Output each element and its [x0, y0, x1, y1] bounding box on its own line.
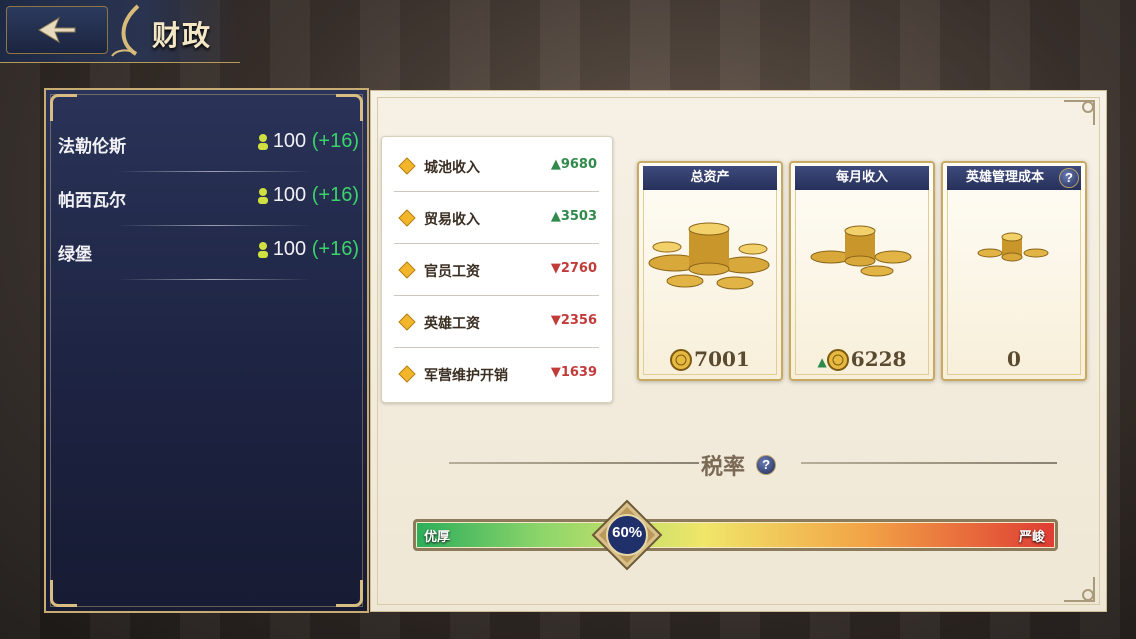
city-name: 法勒伦斯: [58, 137, 126, 157]
finance-panel: 城池收入 ▲9680 贸易收入 ▲3503 官员工资 ▼2760 英雄工资 ▼2…: [370, 90, 1107, 612]
gold-coins-small-icon: [943, 213, 1085, 277]
card-title: 总资产: [643, 166, 777, 190]
coin-icon: [670, 349, 693, 371]
gold-diamond-icon: [398, 313, 416, 331]
corner-ornament: [50, 94, 77, 121]
gold-diamond-icon: [398, 209, 416, 227]
gold-diamond-icon: [398, 261, 416, 279]
city-population-value: 100: [272, 238, 307, 260]
income-label: 官员工资: [424, 264, 480, 280]
income-label: 军营维护开销: [424, 368, 508, 384]
city-population: 100 (+16): [257, 130, 359, 153]
gold-coins-large-icon: [639, 213, 781, 297]
help-icon[interactable]: ?: [756, 455, 777, 475]
total-assets-card: 总资产 7001: [637, 161, 783, 381]
divider: [116, 279, 311, 280]
hero-cost-card: 英雄管理成本 ? 0: [941, 161, 1087, 381]
city-population-change: (+16): [311, 238, 359, 260]
city-name: 帕西瓦尔: [58, 191, 126, 211]
page-title: 财政: [152, 19, 213, 52]
tax-label: 税率: [700, 454, 745, 480]
city-population-value: 100: [272, 130, 307, 152]
city-list-panel: 法勒伦斯 100 (+16) 帕西瓦尔 100 (+16) 绿堡 100 (+1…: [44, 88, 369, 613]
corner-ornament: [50, 580, 77, 607]
coin-icon: [826, 349, 849, 371]
card-value: ▲ 6228: [817, 346, 907, 371]
gold-coins-medium-icon: [791, 213, 933, 287]
tax-title: 税率 ?: [371, 449, 1106, 480]
income-value: ▲9680: [550, 157, 597, 172]
income-row: 贸易收入 ▲3503: [394, 191, 599, 244]
card-value: 0: [1007, 347, 1021, 371]
corner-flourish-icon: [1064, 577, 1095, 602]
trend-up-icon: ▲: [817, 354, 827, 369]
gold-diamond-icon: [398, 157, 416, 175]
city-population: 100 (+16): [257, 184, 359, 207]
income-row: 军营维护开销 ▼1639: [394, 347, 599, 399]
header-bar: 财政: [0, 0, 240, 63]
tax-slider-track[interactable]: 优厚 严峻: [413, 519, 1058, 551]
card-title: 每月收入: [795, 166, 929, 190]
income-label: 英雄工资: [424, 316, 480, 332]
city-population-value: 100: [272, 184, 307, 206]
income-value: ▼2760: [550, 261, 597, 276]
tax-percent-value: 60%: [612, 524, 643, 541]
city-row[interactable]: 绿堡 100 (+16): [56, 226, 361, 280]
income-list: 城池收入 ▲9680 贸易收入 ▲3503 官员工资 ▼2760 英雄工资 ▼2…: [381, 136, 613, 403]
title-ornament-icon: [111, 4, 140, 57]
population-icon: [257, 133, 268, 150]
corner-ornament: [336, 94, 363, 121]
corner-ornament: [336, 580, 363, 607]
city-population: 100 (+16): [257, 238, 359, 261]
city-row[interactable]: 帕西瓦尔 100 (+16): [56, 172, 361, 226]
tax-high-label: 严峻: [1018, 530, 1045, 545]
corner-flourish-icon: [1064, 100, 1095, 125]
income-row: 官员工资 ▼2760: [394, 243, 599, 296]
tax-low-label: 优厚: [424, 530, 451, 545]
income-value: ▼1639: [550, 365, 597, 380]
population-icon: [257, 241, 268, 258]
back-arrow-icon: [38, 16, 76, 44]
card-value: 7001: [639, 347, 781, 371]
city-population-change: (+16): [311, 184, 359, 206]
back-button[interactable]: [6, 6, 108, 54]
city-row[interactable]: 法勒伦斯 100 (+16): [56, 118, 361, 172]
income-label: 贸易收入: [424, 212, 480, 228]
income-row: 城池收入 ▲9680: [394, 139, 599, 192]
income-value: ▼2356: [550, 313, 597, 328]
income-label: 城池收入: [424, 160, 480, 176]
city-population-change: (+16): [311, 130, 359, 152]
income-row: 英雄工资 ▼2356: [394, 295, 599, 348]
help-icon[interactable]: ?: [1059, 168, 1079, 188]
income-value: ▲3503: [550, 209, 597, 224]
gold-diamond-icon: [398, 365, 416, 383]
monthly-income-card: 每月收入 ▲ 6228: [789, 161, 935, 381]
population-icon: [257, 187, 268, 204]
tax-slider-knob[interactable]: 60%: [591, 499, 663, 571]
city-name: 绿堡: [58, 245, 92, 265]
